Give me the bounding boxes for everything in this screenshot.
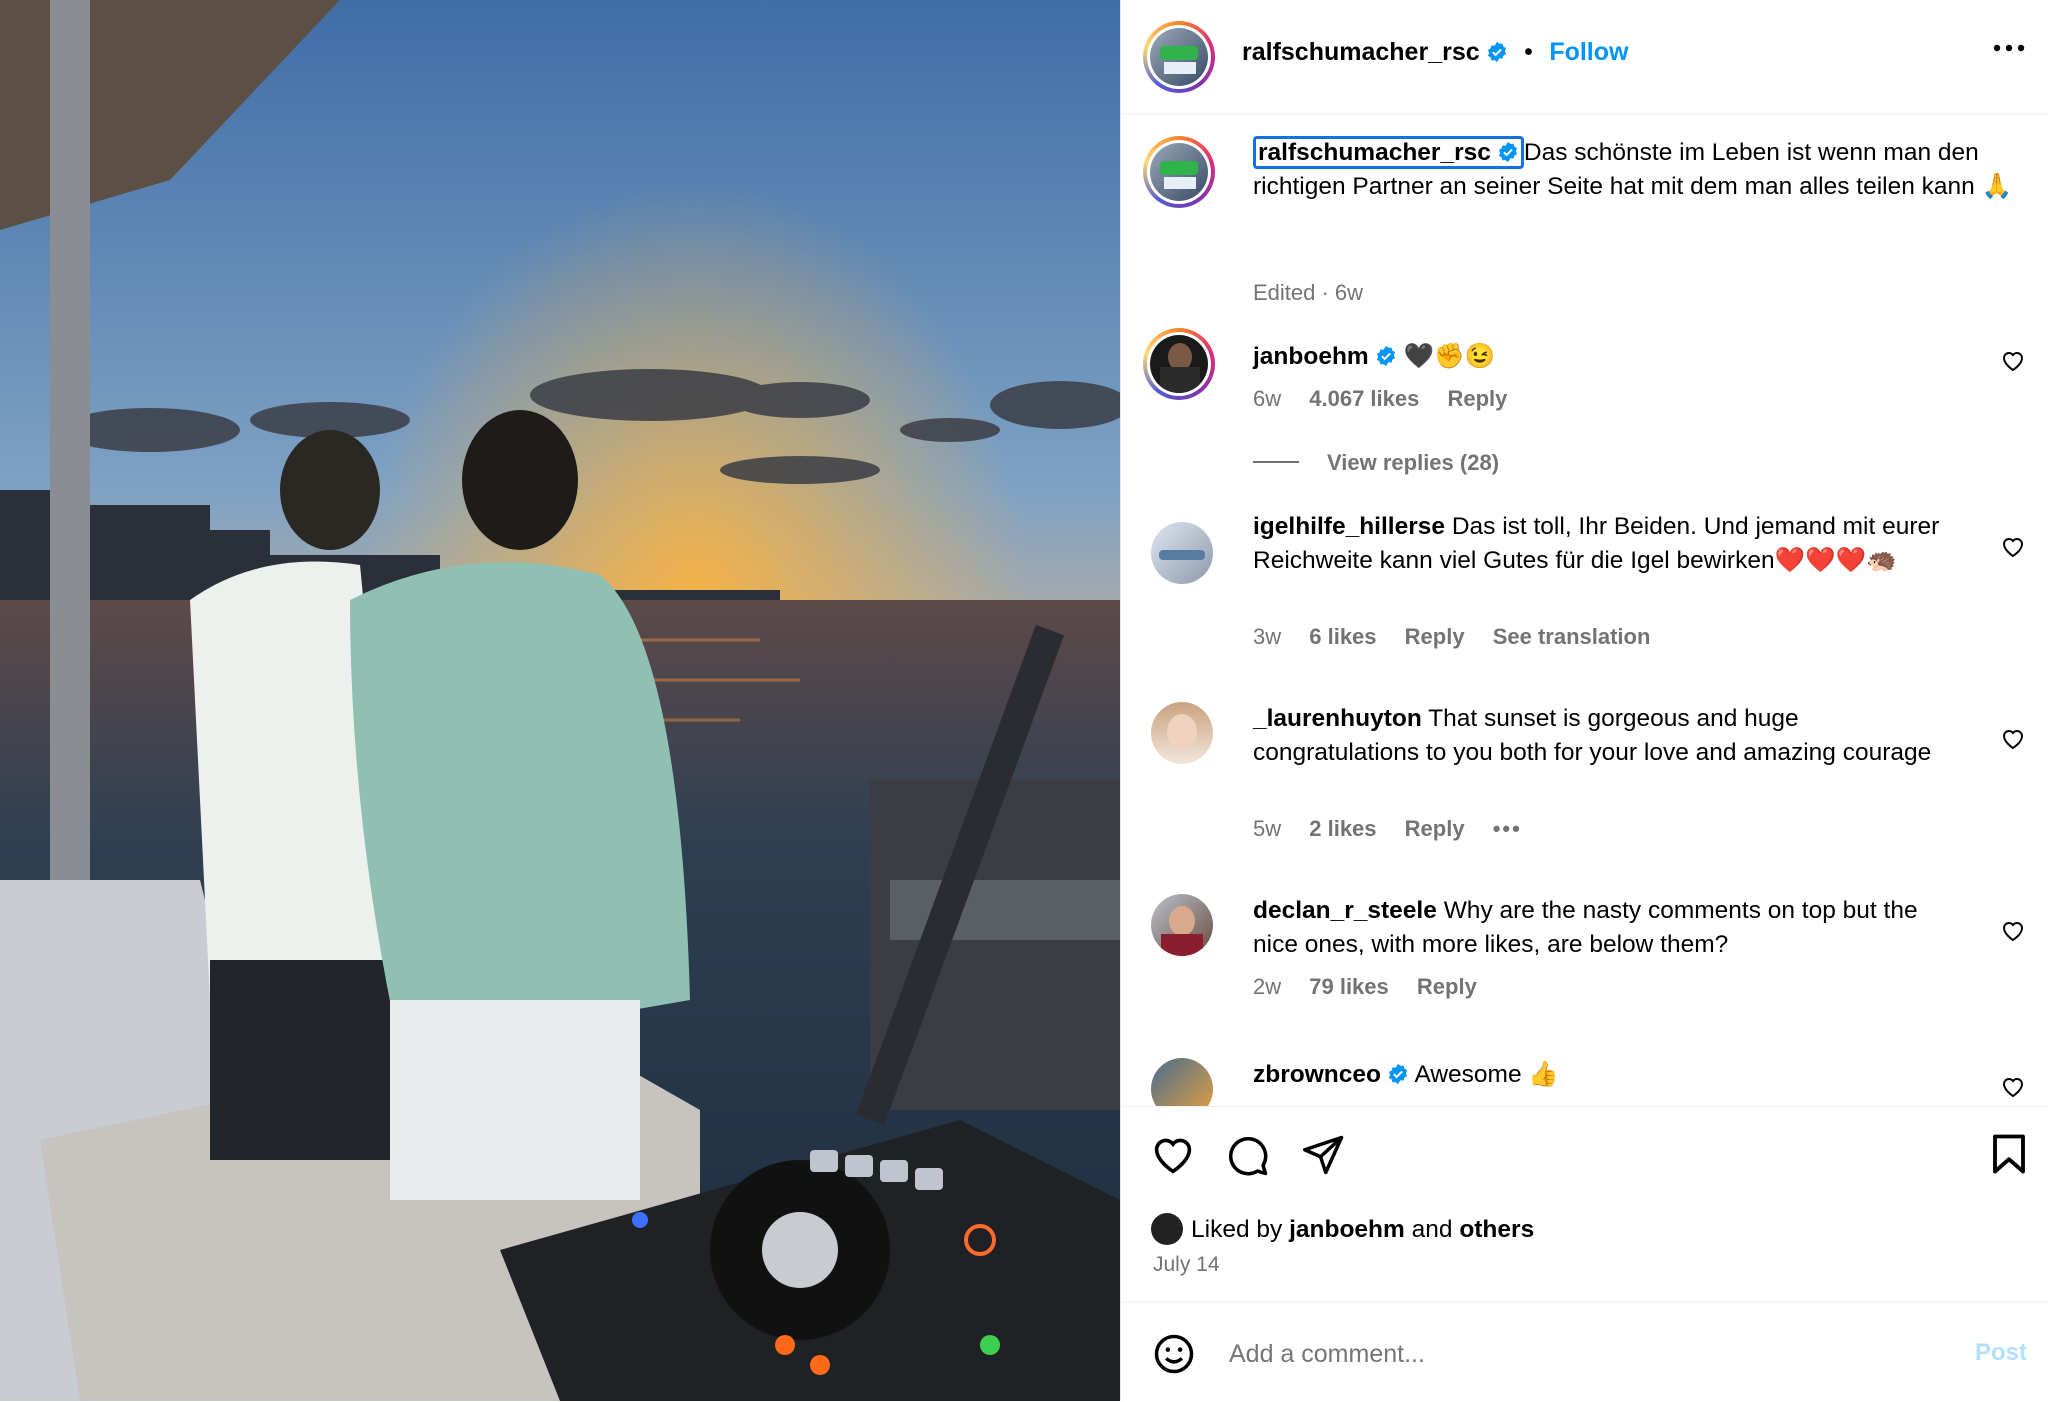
comment-age: 5w bbox=[1253, 816, 1282, 841]
comment-username[interactable]: igelhilfe_hillerse bbox=[1253, 513, 1445, 540]
liked-by-prefix: Liked by bbox=[1191, 1216, 1283, 1243]
comment-item: _laurenhuyton That sunset is gorgeous an… bbox=[1151, 702, 2033, 852]
comment-likes[interactable]: 79 likes bbox=[1309, 974, 1389, 999]
see-translation-button[interactable]: See translation bbox=[1493, 624, 1651, 649]
caption-username[interactable]: ralfschumacher_rsc bbox=[1258, 139, 1491, 166]
comment-username[interactable]: zbrownceo bbox=[1253, 1061, 1381, 1088]
comment-composer: Post bbox=[1121, 1302, 2048, 1402]
liked-by-and: and bbox=[1411, 1216, 1453, 1243]
comment-text: Awesome 👍 bbox=[1414, 1061, 1559, 1088]
comment-bubble-icon[interactable] bbox=[1227, 1135, 1269, 1177]
verified-badge-icon bbox=[1376, 345, 1395, 367]
save-bookmark-icon[interactable] bbox=[1991, 1133, 2027, 1175]
post-photo[interactable] bbox=[0, 0, 1120, 1401]
comment-username[interactable]: declan_r_steele bbox=[1253, 897, 1437, 924]
author-avatar[interactable] bbox=[1143, 21, 1215, 93]
liked-by-others[interactable]: others bbox=[1459, 1216, 1534, 1243]
reply-button[interactable]: Reply bbox=[1405, 624, 1465, 649]
comment-input[interactable] bbox=[1227, 1331, 1881, 1377]
comment-avatar[interactable] bbox=[1151, 894, 1213, 956]
comment-likes[interactable]: 2 likes bbox=[1309, 816, 1376, 841]
comment-avatar[interactable] bbox=[1151, 522, 1213, 584]
post-comment-button[interactable]: Post bbox=[1975, 1339, 2027, 1367]
comment-avatar[interactable] bbox=[1151, 1058, 1213, 1106]
comment-like-heart-icon[interactable] bbox=[2001, 1076, 2025, 1098]
caption-avatar[interactable] bbox=[1143, 136, 1215, 208]
comment-more-options-icon[interactable]: ••• bbox=[1493, 816, 1522, 841]
verified-badge-icon bbox=[1487, 41, 1506, 63]
liked-by-avatar bbox=[1151, 1213, 1183, 1245]
header-separator: • bbox=[1524, 38, 1533, 66]
comment-like-heart-icon[interactable] bbox=[2001, 536, 2025, 558]
caption: ralfschumacher_rsc Das schönste im Leben … bbox=[1143, 136, 2033, 305]
emoji-icon[interactable] bbox=[1153, 1333, 1195, 1375]
liked-by[interactable]: Liked by janboehm and others bbox=[1151, 1213, 1534, 1245]
post-date[interactable]: July 14 bbox=[1153, 1253, 1220, 1277]
comment-likes[interactable]: 6 likes bbox=[1309, 624, 1376, 649]
post-actions: Liked by janboehm and others July 14 bbox=[1121, 1106, 2048, 1303]
comments-list[interactable]: ralfschumacher_rsc Das schönste im Leben … bbox=[1121, 114, 2048, 1106]
comment-like-heart-icon[interactable] bbox=[2001, 350, 2025, 372]
liked-by-user[interactable]: janboehm bbox=[1289, 1216, 1405, 1243]
comment-like-heart-icon[interactable] bbox=[2001, 920, 2025, 942]
comment-like-heart-icon[interactable] bbox=[2001, 728, 2025, 750]
replies-divider bbox=[1253, 461, 1299, 463]
view-replies-label[interactable]: View replies (28) bbox=[1327, 450, 1499, 475]
comment-avatar[interactable] bbox=[1151, 702, 1213, 764]
comment-avatar[interactable] bbox=[1143, 328, 1215, 400]
reply-button[interactable]: Reply bbox=[1405, 816, 1465, 841]
verified-badge-icon bbox=[1388, 1063, 1408, 1085]
comment-age: 2w bbox=[1253, 974, 1282, 999]
comment-username[interactable]: _laurenhuyton bbox=[1253, 705, 1422, 732]
comment-item: declan_r_steele Why are the nasty commen… bbox=[1151, 894, 2033, 1014]
verified-badge-icon bbox=[1498, 141, 1517, 163]
comment-item: zbrownceo Awesome 👍 bbox=[1151, 1058, 2033, 1106]
comment-item: janboehm 🖤✊😉 6w 4.067 likes Reply View r… bbox=[1143, 328, 2033, 498]
like-heart-icon[interactable] bbox=[1151, 1135, 1195, 1175]
comment-age: 3w bbox=[1253, 624, 1282, 649]
comment-item: igelhilfe_hillerse Das ist toll, Ihr Bei… bbox=[1151, 510, 2033, 680]
caption-meta: Edited · 6w bbox=[1253, 280, 1364, 305]
view-replies[interactable]: View replies (28) bbox=[1253, 450, 1499, 476]
author-username[interactable]: ralfschumacher_rsc bbox=[1242, 38, 1480, 66]
comment-username[interactable]: janboehm bbox=[1253, 343, 1369, 370]
comment-text: 🖤✊😉 bbox=[1403, 343, 1496, 370]
share-paper-plane-icon[interactable] bbox=[1303, 1135, 1345, 1175]
post-sidebar: ralfschumacher_rsc • Follow ralfschumach… bbox=[1120, 0, 2048, 1401]
more-options-icon[interactable] bbox=[1993, 44, 2025, 52]
follow-button[interactable]: Follow bbox=[1549, 38, 1628, 66]
comment-likes[interactable]: 4.067 likes bbox=[1309, 386, 1419, 411]
post-header: ralfschumacher_rsc • Follow bbox=[1121, 0, 2048, 114]
reply-button[interactable]: Reply bbox=[1417, 974, 1477, 999]
comment-age: 6w bbox=[1253, 386, 1282, 411]
reply-button[interactable]: Reply bbox=[1447, 386, 1507, 411]
